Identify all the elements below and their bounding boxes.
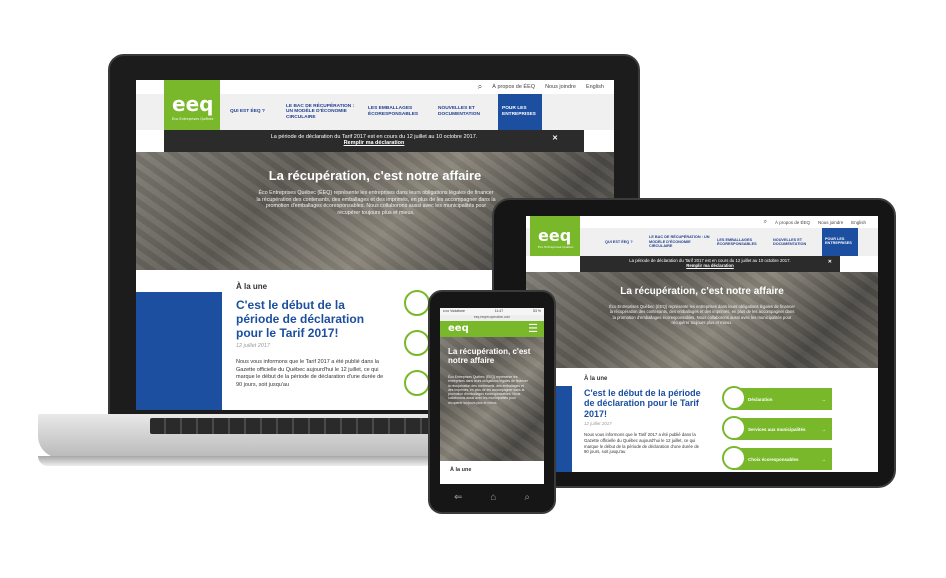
tablet-util-contact-link[interactable]: Nous joindre [818,220,843,225]
arrow-right-icon: → [821,426,827,432]
arrow-right-icon: → [821,396,827,402]
util-lang-link[interactable]: English [586,84,604,90]
phone-battery: 53 % [533,309,541,313]
search-icon[interactable]: ⌕ [478,82,482,92]
cta-eco-label: Choix écoresponsables [748,456,799,462]
close-icon[interactable]: ✕ [552,134,558,142]
home-icon[interactable]: ⌂ [490,492,496,503]
hamburger-menu-icon[interactable]: ☰ [528,322,538,335]
tablet-screen: ⌕ À propos de ÉEQ Nous joindre English Q… [526,216,878,472]
phone-time: 11:47 [494,309,504,313]
tablet-nav-item-nouvelles[interactable]: NOUVELLES ET DOCUMENTATION [770,238,822,247]
tablet-nav-item-bac[interactable]: LE BAC DE RÉCUPÉRATION : UN MODÈLE D'ÉCO… [646,235,714,248]
municipal-icon [404,330,430,356]
tablet-featured-kicker: À la une [584,376,608,382]
tablet-nav-item-qui[interactable]: QUI EST ÉEQ ? [602,240,646,244]
cta-municipal-label: Services aux municipalités [748,426,806,432]
nav-item-qui[interactable]: QUI EST ÉEQ ? [226,109,282,115]
nav-item-entreprises[interactable]: POUR LES ENTREPRISES [498,94,542,130]
tablet-search-icon[interactable]: ⌕ [764,219,767,226]
phone-kicker: À la une [440,461,544,484]
logo-text: eeq [172,92,214,116]
back-icon[interactable]: ⇐ [454,492,462,503]
phone-system-nav: ⇐ ⌂ ⌕ [440,488,544,506]
cta-declaration[interactable]: Déclaration → [732,388,832,410]
tablet-util-lang-link[interactable]: English [851,220,866,225]
tablet-nav-item-entreprises[interactable]: POUR LES ENTREPRISES [822,228,858,256]
notice-link[interactable]: Remplir ma déclaration [164,140,584,146]
tablet-hero-banner: La récupération, c'est notre affaire Éco… [526,272,878,368]
tablet-notice-banner: La période de déclaration du Tarif 2017 … [580,256,840,272]
phone-header: eeq ☰ [440,321,544,337]
declaration-icon [404,290,430,316]
tablet-featured-headline[interactable]: C'est le début de la période de déclarat… [584,388,704,419]
tablet-notice-link[interactable]: Remplir ma déclaration [580,263,840,268]
tablet-featured-body: Nous vous informons que le Tarif 2017 a … [584,432,700,455]
nav-item-bac[interactable]: LE BAC DE RÉCUPÉRATION : UN MODÈLE D'ÉCO… [282,104,364,121]
hero-title: La récupération, c'est notre affaire [268,168,482,183]
featured-headline[interactable]: C'est le début de la période de déclarat… [236,298,386,340]
featured-body: Nous vous informons que le Tarif 2017 a … [236,359,384,388]
tablet-logo-text: eeq [538,226,572,245]
site-logo[interactable]: eeq Éco Entreprises Québec [164,80,220,130]
blue-accent-block [136,292,222,410]
notice-banner: La période de déclaration du Tarif 2017 … [164,130,584,152]
eco-choice-icon [404,370,430,396]
cta-declaration-label: Déclaration [748,396,773,402]
tablet-municipal-icon [722,416,746,440]
phone-status-bar: ••••• Vodafone 11:47 53 % [440,308,544,315]
tablet-logo-subtext: Éco Entreprises Québec [538,245,574,249]
tablet-close-icon[interactable]: ✕ [828,259,832,265]
tablet-hero-title: La récupération, c'est notre affaire [620,286,784,297]
tablet-util-about-link[interactable]: À propos de ÉEQ [775,220,810,225]
nav-item-emballages[interactable]: LES EMBALLAGES ÉCORESPONSABLES [364,106,434,117]
nav-item-nouvelles[interactable]: NOUVELLES ET DOCUMENTATION [434,106,498,117]
arrow-right-icon: → [821,456,827,462]
tablet-declaration-icon [722,386,746,410]
phone-hero-text: Éco Entreprises Québec (ÉEQ) représente … [448,375,528,405]
phone-logo[interactable]: eeq [448,323,469,334]
util-about-link[interactable]: À propos de ÉEQ [492,84,535,90]
phone-screen: ••••• Vodafone 11:47 53 % eeq.eeqrecuper… [440,308,544,484]
phone-carrier: ••••• Vodafone [443,309,465,313]
phone-hero-banner: La récupération, c'est notre affaire Éco… [440,337,544,461]
phone-hero-title: La récupération, c'est notre affaire [448,347,531,366]
search-key-icon[interactable]: ⌕ [524,492,530,503]
hero-text: Éco Entreprises Québec (ÉEQ) représente … [256,190,496,216]
util-contact-link[interactable]: Nous joindre [545,84,576,90]
cta-municipal-services[interactable]: Services aux municipalités → [732,418,832,440]
tablet-nav-item-emballages[interactable]: LES EMBALLAGES ÉCORESPONSABLES [714,238,770,247]
tablet-eco-icon [722,446,746,470]
tablet-hero-text: Éco Entreprises Québec (ÉEQ) représente … [609,304,795,325]
tablet-site-logo[interactable]: eeq Éco Entreprises Québec [530,216,580,256]
logo-subtext: Éco Entreprises Québec [172,117,214,121]
cta-eco-choices[interactable]: Choix écoresponsables → [732,448,832,470]
